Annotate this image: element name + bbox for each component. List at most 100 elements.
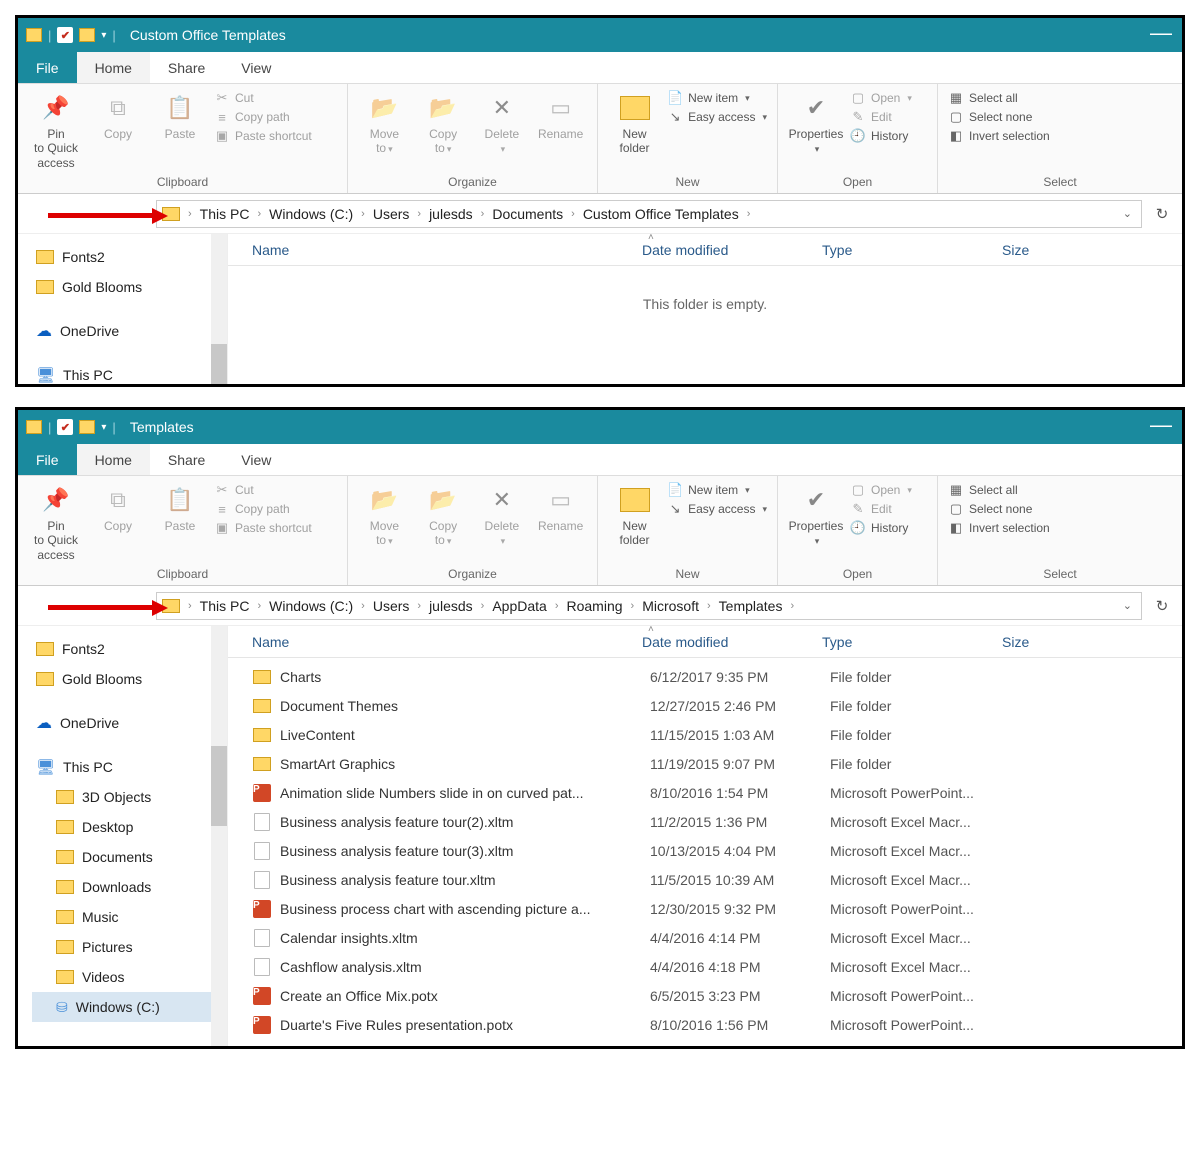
copy-to-button[interactable]: 📂Copyto▾: [417, 480, 470, 548]
breadcrumb-segment[interactable]: Roaming: [562, 598, 626, 614]
nav-item[interactable]: Gold Blooms: [32, 272, 223, 302]
column-type[interactable]: Type: [822, 242, 1002, 258]
chevron-right-icon[interactable]: ›: [788, 600, 796, 612]
copy-path-button[interactable]: ≡Copy path: [214, 109, 312, 125]
breadcrumb-segment[interactable]: Custom Office Templates: [579, 206, 743, 222]
easy-access-button[interactable]: ↘Easy access▾: [667, 501, 767, 517]
properties-qat-icon[interactable]: ✔: [57, 419, 73, 435]
file-row[interactable]: SmartArt Graphics 11/19/2015 9:07 PM Fil…: [228, 749, 1182, 778]
history-button[interactable]: 🕘History: [850, 128, 912, 144]
select-none-button[interactable]: ▢Select none: [948, 109, 1050, 125]
refresh-button[interactable]: ↻: [1150, 597, 1174, 615]
column-size[interactable]: Size: [1002, 242, 1029, 258]
refresh-button[interactable]: ↻: [1150, 205, 1174, 223]
file-row[interactable]: Calendar insights.xltm 4/4/2016 4:14 PM …: [228, 923, 1182, 952]
breadcrumb-segment[interactable]: Templates: [715, 598, 787, 614]
qat-dropdown-icon[interactable]: ▾: [101, 422, 106, 433]
chevron-right-icon[interactable]: ›: [569, 208, 577, 220]
file-row[interactable]: P Create an Office Mix.potx 6/5/2015 3:2…: [228, 981, 1182, 1010]
file-row[interactable]: Document Themes 12/27/2015 2:46 PM File …: [228, 691, 1182, 720]
tab-view[interactable]: View: [223, 52, 289, 83]
copy-button[interactable]: ⧉Copy: [90, 88, 146, 141]
breadcrumb-segment[interactable]: Documents: [488, 206, 567, 222]
chevron-right-icon[interactable]: ›: [186, 208, 194, 220]
scrollbar-thumb[interactable]: [211, 344, 227, 384]
column-type[interactable]: Type: [822, 634, 1002, 650]
paste-button[interactable]: 📋Paste: [152, 480, 208, 533]
breadcrumb-segment[interactable]: Users: [369, 598, 414, 614]
tab-home[interactable]: Home: [77, 444, 150, 475]
scrollbar[interactable]: [211, 234, 227, 384]
edit-button[interactable]: ✎Edit: [850, 501, 912, 517]
nav-item[interactable]: Music: [32, 902, 223, 932]
tab-home[interactable]: Home: [77, 52, 150, 83]
edit-button[interactable]: ✎Edit: [850, 109, 912, 125]
breadcrumb-segment[interactable]: This PC: [196, 206, 254, 222]
file-row[interactable]: P Animation slide Numbers slide in on cu…: [228, 778, 1182, 807]
chevron-right-icon[interactable]: ›: [255, 600, 263, 612]
open-button[interactable]: ▢Open▾: [850, 482, 912, 498]
address-bar[interactable]: ›This PC›Windows (C:)›Users›julesds›Docu…: [156, 200, 1142, 228]
nav-item[interactable]: Desktop: [32, 812, 223, 842]
column-date[interactable]: Date modified: [642, 634, 822, 650]
file-row[interactable]: P Business process chart with ascending …: [228, 894, 1182, 923]
file-row[interactable]: Cashflow analysis.xltm 4/4/2016 4:18 PM …: [228, 952, 1182, 981]
nav-item[interactable]: Gold Blooms: [32, 664, 223, 694]
minimize-button[interactable]: —: [1150, 20, 1172, 46]
file-row[interactable]: Business analysis feature tour(3).xltm 1…: [228, 836, 1182, 865]
chevron-right-icon[interactable]: ›: [415, 600, 423, 612]
chevron-right-icon[interactable]: ›: [553, 600, 561, 612]
address-dropdown-icon[interactable]: ⌄: [1119, 599, 1136, 612]
breadcrumb-segment[interactable]: Users: [369, 206, 414, 222]
new-folder-button[interactable]: Newfolder: [608, 88, 661, 156]
nav-item[interactable]: Downloads: [32, 872, 223, 902]
scrollbar[interactable]: [211, 626, 227, 1046]
delete-button[interactable]: ✕Delete▾: [476, 480, 529, 548]
nav-item[interactable]: Videos: [32, 962, 223, 992]
tab-view[interactable]: View: [223, 444, 289, 475]
column-name[interactable]: Name: [252, 242, 642, 258]
address-folder-icon[interactable]: [162, 207, 180, 221]
column-name[interactable]: Name: [252, 634, 642, 650]
tab-file[interactable]: File: [18, 52, 77, 83]
breadcrumb-segment[interactable]: julesds: [425, 598, 477, 614]
properties-qat-icon[interactable]: ✔: [57, 27, 73, 43]
cut-button[interactable]: ✂Cut: [214, 482, 312, 498]
pin-to-quick-access-button[interactable]: 📌Pinto Quick access: [28, 88, 84, 170]
invert-selection-button[interactable]: ◧Invert selection: [948, 128, 1050, 144]
file-row[interactable]: LiveContent 11/15/2015 1:03 AM File fold…: [228, 720, 1182, 749]
delete-button[interactable]: ✕Delete▾: [476, 88, 529, 156]
move-to-button[interactable]: 📂Moveto▾: [358, 88, 411, 156]
chevron-right-icon[interactable]: ›: [705, 600, 713, 612]
breadcrumb-segment[interactable]: Microsoft: [638, 598, 703, 614]
chevron-right-icon[interactable]: ›: [359, 600, 367, 612]
copy-button[interactable]: ⧉Copy: [90, 480, 146, 533]
copy-to-button[interactable]: 📂Copyto▾: [417, 88, 470, 156]
address-folder-icon[interactable]: [162, 599, 180, 613]
open-button[interactable]: ▢Open▾: [850, 90, 912, 106]
file-row[interactable]: Business analysis feature tour(2).xltm 1…: [228, 807, 1182, 836]
invert-selection-button[interactable]: ◧Invert selection: [948, 520, 1050, 536]
chevron-right-icon[interactable]: ›: [186, 600, 194, 612]
chevron-right-icon[interactable]: ›: [255, 208, 263, 220]
paste-button[interactable]: 📋Paste: [152, 88, 208, 141]
nav-item[interactable]: 3D Objects: [32, 782, 223, 812]
select-all-button[interactable]: ▦Select all: [948, 90, 1050, 106]
nav-item[interactable]: ⛁Windows (C:): [32, 992, 223, 1022]
copy-path-button[interactable]: ≡Copy path: [214, 501, 312, 517]
rename-button[interactable]: ▭Rename: [534, 88, 587, 141]
tab-file[interactable]: File: [18, 444, 77, 475]
paste-shortcut-button[interactable]: ▣Paste shortcut: [214, 520, 312, 536]
pin-to-quick-access-button[interactable]: 📌Pinto Quick access: [28, 480, 84, 562]
cut-button[interactable]: ✂Cut: [214, 90, 312, 106]
tab-share[interactable]: Share: [150, 444, 223, 475]
select-all-button[interactable]: ▦Select all: [948, 482, 1050, 498]
breadcrumb-segment[interactable]: julesds: [425, 206, 477, 222]
breadcrumb-segment[interactable]: Windows (C:): [265, 598, 357, 614]
rename-button[interactable]: ▭Rename: [534, 480, 587, 533]
nav-item[interactable]: Pictures: [32, 932, 223, 962]
address-bar[interactable]: ›This PC›Windows (C:)›Users›julesds›AppD…: [156, 592, 1142, 620]
new-folder-button[interactable]: Newfolder: [608, 480, 661, 548]
minimize-button[interactable]: —: [1150, 412, 1172, 438]
new-item-button[interactable]: 📄New item▾: [667, 90, 767, 106]
